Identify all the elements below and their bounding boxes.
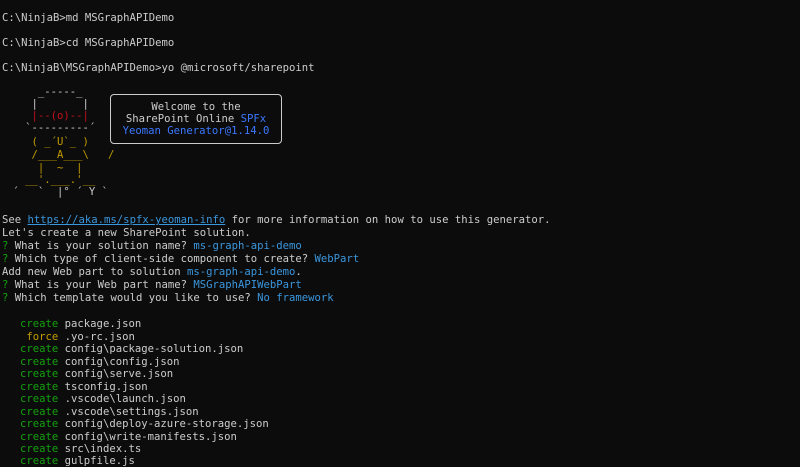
file-line: create config\serve.json [20, 368, 173, 381]
info-suffix: for more information on how to use this … [225, 214, 551, 226]
welcome-product: SharePoint Online [125, 113, 241, 125]
question-text: Which type of client-side component to c… [8, 253, 315, 265]
command-line-md: C:\NinjaB>md MSGraphAPIDemo [2, 12, 174, 25]
question-template: ? Which template would you like to use? … [2, 292, 334, 305]
info-line: See https://aka.ms/spfx-yeoman-info for … [2, 214, 551, 227]
add-webpart-solution: ms-graph-api-demo [186, 266, 296, 278]
question-answer: ms-graph-api-demo [193, 240, 302, 252]
question-answer: WebPart [314, 253, 360, 265]
yeoman-ascii-base: ´ ` |° ´ Y ` [6, 186, 109, 198]
file-action: create [20, 343, 59, 355]
file-line: create .vscode\launch.json [20, 393, 186, 406]
file-path: src\index.ts [64, 443, 142, 455]
question-text: What is your solution name? [8, 240, 194, 252]
file-action: create [20, 356, 59, 368]
command-line-yo: C:\NinjaB\MSGraphAPIDemo>yo @microsoft/s… [2, 62, 315, 75]
yeoman-ascii-mouth: ( _´U`_ ) [6, 136, 89, 148]
terminal-window[interactable]: C:\NinjaB>md MSGraphAPIDemo C:\NinjaB>cd… [0, 0, 800, 467]
welcome-line-3: Yeoman Generator@1.14.0 [122, 125, 270, 137]
question-text: What is your Web part name? [8, 279, 194, 291]
file-action: create [20, 406, 59, 418]
prompt: C:\NinjaB\MSGraphAPIDemo> [2, 62, 162, 74]
file-path: .vscode\settings.json [64, 406, 199, 418]
file-action: create [20, 443, 59, 455]
file-action: create [20, 431, 59, 443]
file-action: create [20, 418, 59, 430]
file-path: gulpfile.js [64, 455, 135, 467]
welcome-spfx: SPFx [240, 113, 267, 125]
yeoman-ascii-brim: `---------´ [6, 122, 96, 134]
file-path: .vscode\launch.json [64, 393, 186, 405]
file-path: config\config.json [64, 356, 180, 368]
prompt: C:\NinjaB> [2, 12, 66, 24]
file-line: create config\deploy-azure-storage.json [20, 418, 269, 431]
command-text: md MSGraphAPIDemo [65, 12, 175, 24]
file-path: config\serve.json [64, 368, 174, 380]
command-line-cd: C:\NinjaB>cd MSGraphAPIDemo [2, 37, 174, 50]
question-answer: No framework [257, 292, 334, 304]
command-text: yo @microsoft/sharepoint [161, 62, 315, 74]
file-line: create config\package-solution.json [20, 343, 243, 356]
file-action: create [20, 318, 59, 330]
info-link[interactable]: https://aka.ms/spfx-yeoman-info [28, 214, 226, 226]
file-action: create [20, 393, 59, 405]
file-action: create [20, 368, 59, 380]
question-answer: MSGraphAPIWebPart [193, 279, 302, 291]
yeoman-ascii-body: /___A___\ / [6, 149, 115, 161]
add-webpart-line: Add new Web part to solution ms-graph-ap… [2, 266, 302, 279]
file-path: tsconfig.json [64, 381, 148, 393]
file-action: force [20, 331, 59, 343]
file-line: create package.json [20, 318, 141, 331]
add-webpart-prefix: Add new Web part to solution [2, 266, 187, 278]
file-path: package.json [64, 318, 142, 330]
file-path: config\package-solution.json [64, 343, 244, 355]
file-path: config\deploy-azure-storage.json [64, 418, 269, 430]
prompt: C:\NinjaB> [2, 37, 66, 49]
file-action: create [20, 381, 59, 393]
file-action: create [20, 455, 59, 467]
file-line: create gulpfile.js [20, 455, 135, 467]
question-component-type: ? Which type of client-side component to… [2, 253, 359, 266]
command-text: cd MSGraphAPIDemo [65, 37, 175, 49]
question-solution-name: ? What is your solution name? ms-graph-a… [2, 240, 302, 253]
add-webpart-suffix: . [295, 266, 302, 278]
file-path: config\write-manifests.json [64, 431, 237, 443]
question-webpart-name: ? What is your Web part name? MSGraphAPI… [2, 279, 302, 292]
file-path: .yo-rc.json [64, 331, 135, 343]
question-text: Which template would you like to use? [8, 292, 258, 304]
lets-create-line: Let's create a new SharePoint solution. [2, 227, 251, 239]
info-prefix: See [2, 214, 28, 226]
